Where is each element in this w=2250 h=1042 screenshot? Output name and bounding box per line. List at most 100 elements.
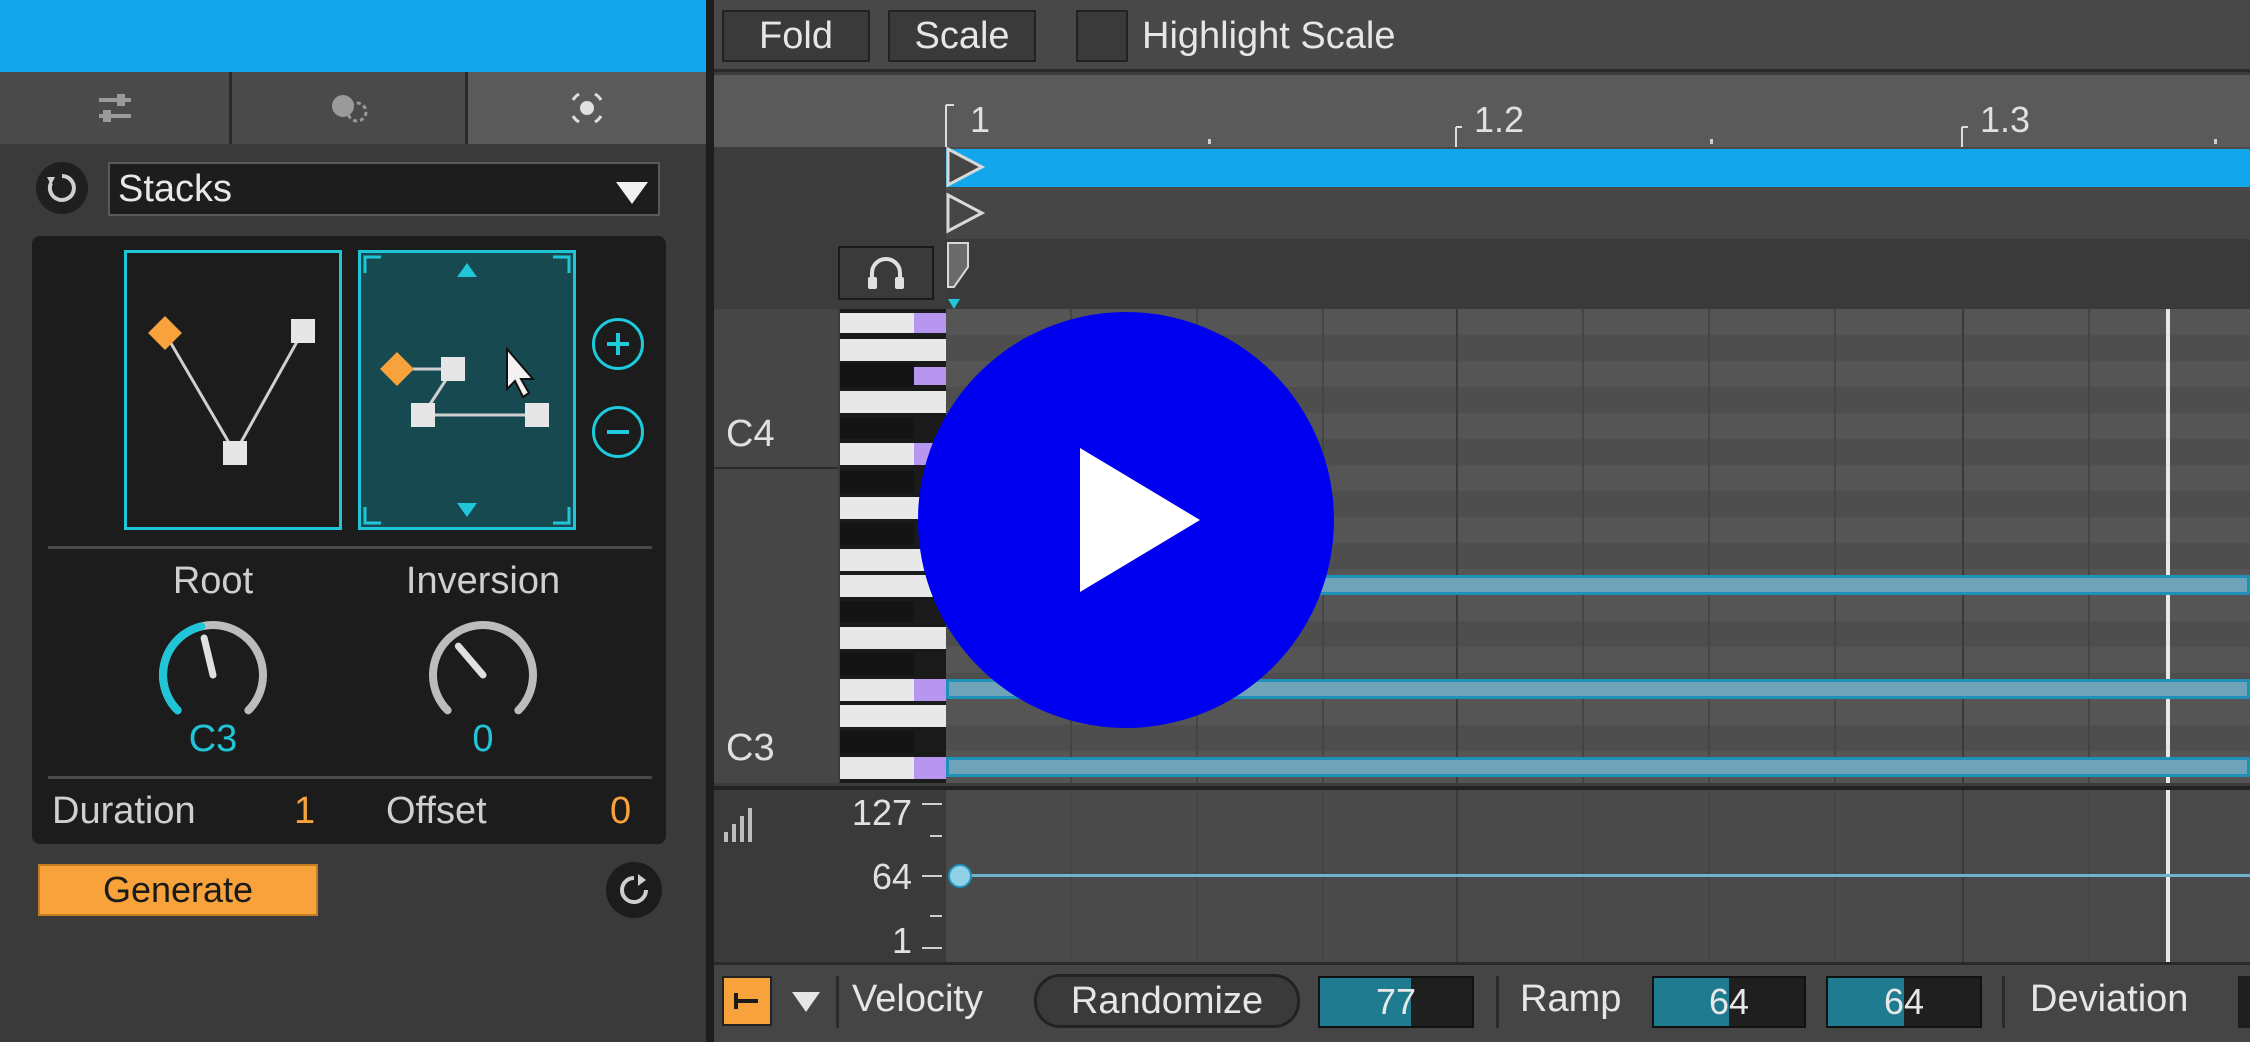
ramp-start-value: 64 xyxy=(1708,981,1750,1022)
randomize-button[interactable]: Randomize xyxy=(1034,974,1300,1028)
ramp-label: Ramp xyxy=(1520,978,1622,1020)
piano-key[interactable] xyxy=(840,471,914,493)
divider xyxy=(2002,976,2005,1028)
ramp-end-field[interactable]: 64 xyxy=(1826,976,1982,1028)
grid-line xyxy=(1962,309,1964,783)
velocity-handle[interactable] xyxy=(948,864,972,888)
velocity-tick-1: 1 xyxy=(891,920,912,961)
divider xyxy=(48,776,652,779)
divider xyxy=(1496,976,1499,1028)
inversion-value: 0 xyxy=(472,718,494,760)
marker-strip xyxy=(946,191,2250,239)
tab-sliders[interactable] xyxy=(0,72,232,144)
divider xyxy=(836,976,839,1028)
deviation-label: Deviation xyxy=(2030,978,2189,1020)
shape-card-v[interactable] xyxy=(124,250,342,530)
duration-value[interactable]: 1 xyxy=(294,790,315,833)
pitch-label-c3: C3 xyxy=(726,727,775,769)
knob-value-arc xyxy=(159,622,206,715)
velocity-label: Velocity xyxy=(852,978,983,1020)
ruler-mark-1-3: 1.3 xyxy=(1980,99,2031,140)
knob-pointer xyxy=(454,642,487,679)
scale-highlight xyxy=(914,757,946,779)
timeline-ruler[interactable]: 1 1.2 1.3 xyxy=(714,75,2250,147)
highlight-scale-label: Highlight Scale xyxy=(1142,14,1396,57)
deviation-field[interactable] xyxy=(2238,976,2250,1028)
knob-track xyxy=(429,621,537,715)
ramp-end-value: 64 xyxy=(1883,981,1925,1022)
velocity-line[interactable] xyxy=(960,874,2250,877)
grid-lane xyxy=(946,725,2250,751)
piano-key[interactable] xyxy=(840,417,914,439)
dice-icon xyxy=(331,95,367,123)
shape-card-stack[interactable] xyxy=(358,250,576,530)
pitch-label-c4: C4 xyxy=(726,413,775,455)
velocity-value: 77 xyxy=(1375,981,1417,1022)
divider xyxy=(48,546,652,549)
piano-key[interactable] xyxy=(840,653,914,675)
grid-line xyxy=(1708,309,1710,783)
stack-shape-icon xyxy=(363,255,571,525)
offset-label: Offset xyxy=(386,790,487,832)
velocity-tick-127: 127 xyxy=(851,792,912,833)
add-shape-button[interactable] xyxy=(592,318,644,370)
minus-icon xyxy=(607,430,629,434)
video-play-button[interactable] xyxy=(918,312,1334,728)
loop-brace[interactable] xyxy=(946,149,2250,187)
grid-line xyxy=(1834,309,1836,783)
piano-key[interactable] xyxy=(840,601,914,623)
preview-button[interactable] xyxy=(838,246,934,300)
duration-label: Duration xyxy=(52,790,196,832)
ramp-start-field[interactable]: 64 xyxy=(1652,976,1806,1028)
preset-dropdown[interactable]: Stacks xyxy=(108,162,660,216)
midi-note[interactable] xyxy=(946,757,2250,777)
arrow-left-icon xyxy=(734,993,758,1009)
grid-line xyxy=(1456,309,1458,783)
reset-icon[interactable] xyxy=(36,162,88,214)
panel-separator xyxy=(706,0,714,1042)
sliders-icon xyxy=(98,94,131,122)
tab-random[interactable] xyxy=(232,72,468,144)
piano-key[interactable] xyxy=(840,363,914,387)
root-label: Root xyxy=(172,560,254,602)
headphones-icon xyxy=(868,257,904,289)
piano-key[interactable] xyxy=(840,523,914,545)
v-shape-icon xyxy=(148,316,315,465)
knob-pointer xyxy=(200,634,217,679)
playhead xyxy=(2166,309,2170,783)
piano-key[interactable] xyxy=(840,731,914,753)
regenerate-icon[interactable] xyxy=(606,862,662,918)
ruler-mark-1-2: 1.2 xyxy=(1474,99,1525,140)
octave-divider xyxy=(714,467,838,469)
generate-button[interactable]: Generate xyxy=(38,864,318,916)
chevron-down-icon[interactable] xyxy=(792,992,820,1012)
plus-icon xyxy=(607,333,629,355)
velocity-ticks xyxy=(922,803,942,949)
device-tabs xyxy=(0,72,706,144)
fold-lane-button[interactable] xyxy=(722,976,772,1026)
grid-line xyxy=(2088,309,2090,783)
velocity-grid[interactable] xyxy=(946,790,2250,962)
pitch-label-column: C4 C3 xyxy=(714,309,838,783)
grid-line xyxy=(1582,309,1584,783)
preset-name: Stacks xyxy=(118,167,233,210)
velocity-field[interactable]: 77 xyxy=(1318,976,1474,1028)
inversion-label: Inversion xyxy=(405,560,561,602)
cursor-icon xyxy=(506,346,536,399)
velocity-bars-icon xyxy=(724,808,752,842)
fold-button[interactable]: Fold xyxy=(722,10,870,62)
envelope-strip xyxy=(946,239,2250,309)
scale-button[interactable]: Scale xyxy=(888,10,1036,62)
remove-shape-button[interactable] xyxy=(592,406,644,458)
offset-value[interactable]: 0 xyxy=(610,790,631,833)
target-icon xyxy=(571,92,603,124)
velocity-tick-64: 64 xyxy=(871,856,912,897)
device-title-bar xyxy=(0,0,706,72)
tab-shapes[interactable] xyxy=(468,72,706,144)
chevron-down-icon xyxy=(616,182,648,204)
root-value: C3 xyxy=(188,718,238,760)
ruler-mark-1: 1 xyxy=(970,99,991,140)
highlight-scale-checkbox[interactable] xyxy=(1076,10,1128,62)
start-marker-icons[interactable] xyxy=(946,147,986,311)
play-icon xyxy=(1080,448,1200,592)
